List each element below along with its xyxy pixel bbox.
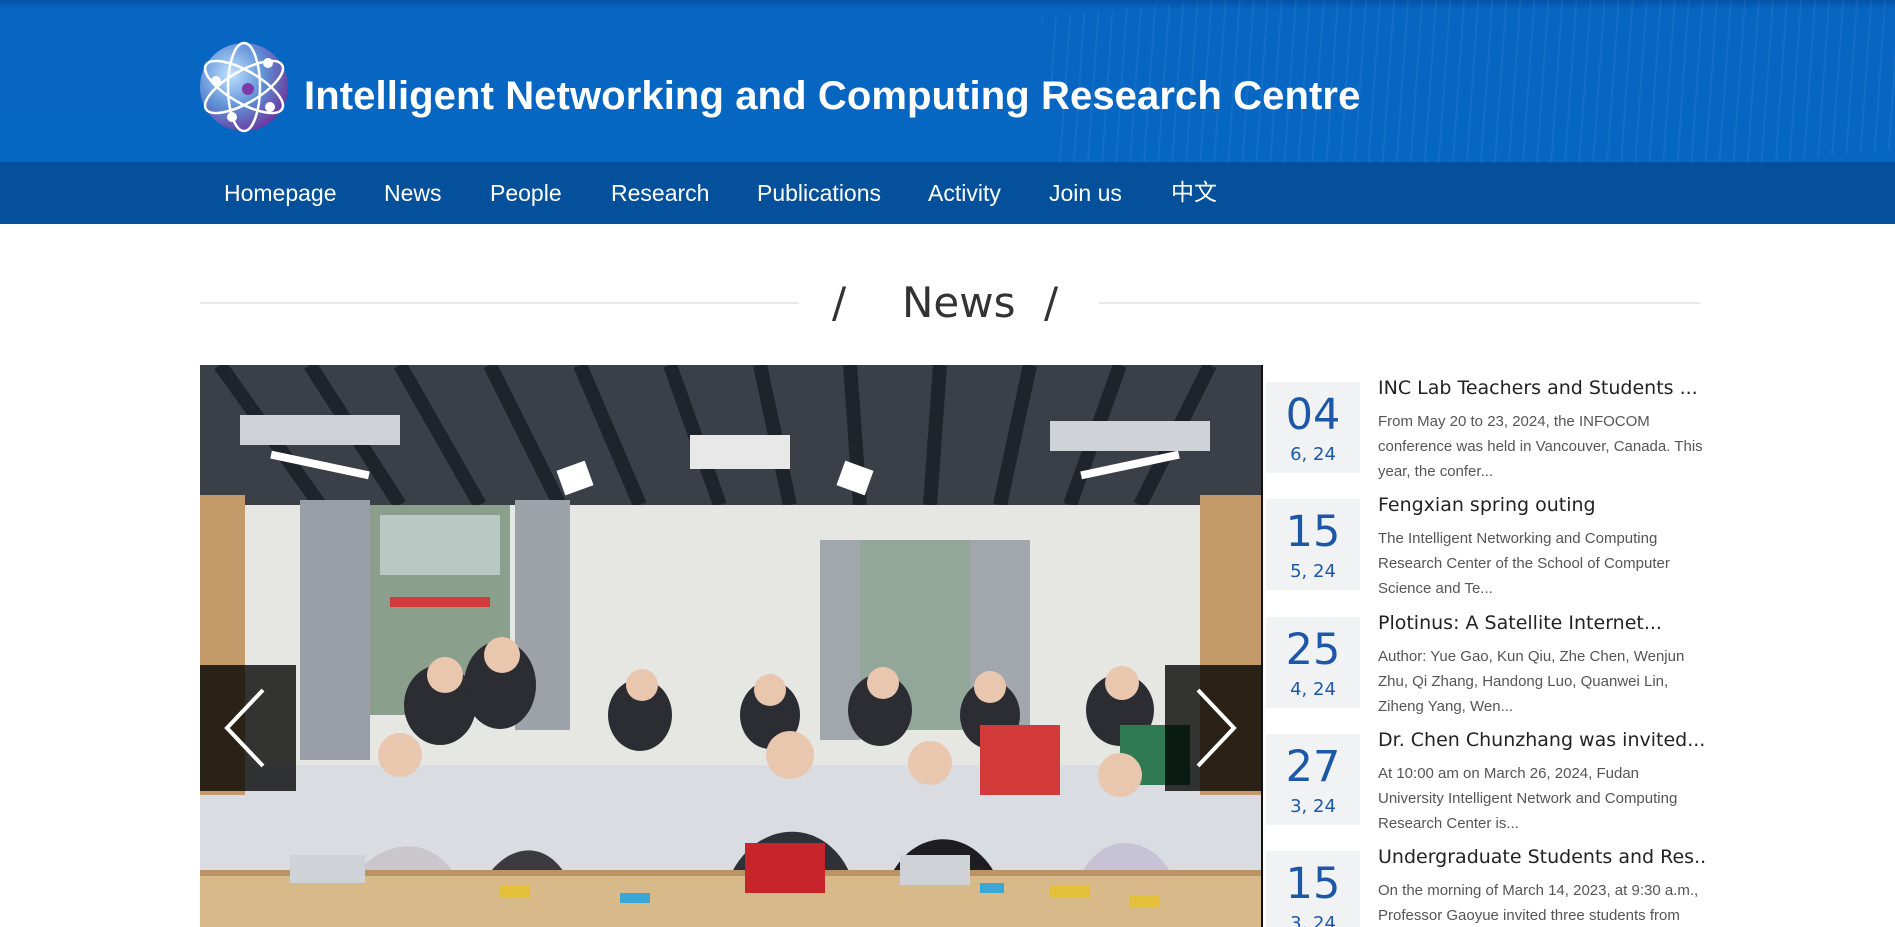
date-day: 15	[1285, 507, 1341, 557]
date-day: 27	[1285, 742, 1341, 792]
news-summary: Author: Yue Gao, Kun Qiu, Zhe Chen, Wenj…	[1378, 648, 1685, 715]
site-header: Intelligent Networking and Computing Res…	[0, 0, 1895, 162]
news-item[interactable]: 25 4, 24 Plotinus: A Satellite Internet.…	[1266, 600, 1706, 717]
chevron-right-icon	[1196, 688, 1237, 768]
date-month-year: 5, 24	[1290, 561, 1336, 582]
nav-item-join-us[interactable]: Join us	[1049, 162, 1122, 224]
date-day: 15	[1285, 859, 1341, 909]
carousel-prev-button[interactable]	[200, 665, 296, 791]
date-badge: 15 3, 24	[1266, 851, 1360, 927]
date-badge: 27 3, 24	[1266, 734, 1360, 825]
news-item[interactable]: 27 3, 24 Dr. Chen Chunzhang was invited.…	[1266, 717, 1706, 834]
section-divider-right	[1099, 302, 1700, 304]
nav-item-research[interactable]: Research	[611, 162, 709, 224]
news-title[interactable]: Dr. Chen Chunzhang was invited...	[1378, 727, 1708, 753]
date-badge: 04 6, 24	[1266, 382, 1360, 473]
nav-item-publications[interactable]: Publications	[757, 162, 881, 224]
news-carousel[interactable]	[200, 365, 1261, 927]
main-nav: Homepage News People Research Publicatio…	[0, 162, 1895, 224]
news-title[interactable]: Fengxian spring outing	[1378, 492, 1708, 518]
news-summary: On the morning of March 14, 2023, at 9:3…	[1378, 882, 1699, 924]
news-item[interactable]: 04 6, 24 INC Lab Teachers and Students .…	[1266, 365, 1706, 482]
section-title: News	[902, 278, 1016, 327]
nav-item-activity[interactable]: Activity	[928, 162, 1001, 224]
news-title[interactable]: Plotinus: A Satellite Internet...	[1378, 610, 1708, 636]
news-summary: At 10:00 am on March 26, 2024, Fudan Uni…	[1378, 765, 1678, 832]
carousel-next-button[interactable]	[1165, 665, 1261, 791]
date-month-year: 3, 24	[1290, 913, 1336, 927]
news-summary: From May 20 to 23, 2024, the INFOCOM con…	[1378, 413, 1703, 480]
chevron-left-icon	[224, 688, 265, 768]
nav-item-news[interactable]: News	[384, 162, 442, 224]
news-item[interactable]: 15 5, 24 Fengxian spring outing The Inte…	[1266, 482, 1706, 599]
date-badge: 25 4, 24	[1266, 617, 1360, 708]
nav-item-homepage[interactable]: Homepage	[224, 162, 337, 224]
nav-item-people[interactable]: People	[490, 162, 562, 224]
date-month-year: 4, 24	[1290, 679, 1336, 700]
news-summary: The Intelligent Networking and Computing…	[1378, 530, 1670, 597]
group-photo[interactable]	[200, 365, 1261, 927]
date-badge: 15 5, 24	[1266, 499, 1360, 590]
lab-logo[interactable]	[198, 41, 290, 133]
date-day: 04	[1285, 390, 1341, 440]
section-slash-right: /	[1044, 278, 1059, 327]
news-item[interactable]: 15 3, 24 Undergraduate Students and Res.…	[1266, 834, 1706, 927]
date-month-year: 6, 24	[1290, 444, 1336, 465]
date-month-year: 3, 24	[1290, 796, 1336, 817]
news-title[interactable]: Undergraduate Students and Res...	[1378, 844, 1706, 870]
nav-item-chinese[interactable]: 中文	[1171, 162, 1217, 224]
news-title[interactable]: INC Lab Teachers and Students ...	[1378, 375, 1708, 401]
section-slash-left: /	[832, 278, 847, 327]
site-title[interactable]: Intelligent Networking and Computing Res…	[304, 74, 1360, 119]
carousel-divider	[1261, 365, 1263, 927]
section-divider-left	[200, 302, 799, 304]
date-day: 25	[1285, 625, 1341, 675]
